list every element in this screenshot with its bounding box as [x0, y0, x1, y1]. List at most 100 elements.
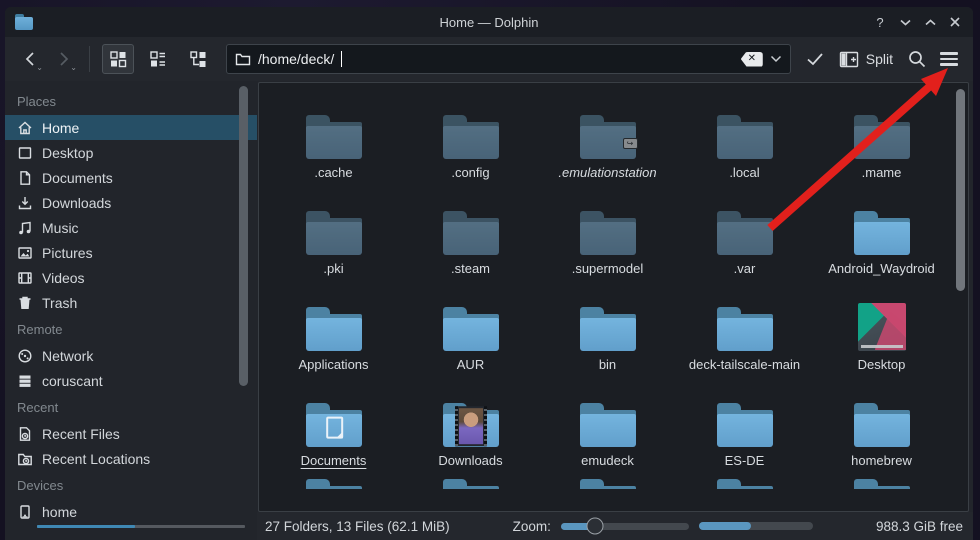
folder-icon: [579, 403, 636, 447]
sidebar-item-recent-files[interactable]: Recent Files: [5, 421, 257, 446]
file-icon-wrap: [579, 289, 636, 351]
view-scrollbar[interactable]: [956, 89, 965, 291]
search-button[interactable]: [905, 45, 929, 73]
zoom-slider-knob[interactable]: [586, 517, 604, 535]
file-item-dot-mame[interactable]: .mame: [813, 95, 950, 191]
sidebar-item-desktop[interactable]: Desktop: [5, 140, 257, 165]
menu-button[interactable]: [937, 45, 961, 73]
file-item-bin[interactable]: bin: [539, 287, 676, 383]
file-label: .config: [451, 165, 490, 180]
file-item-documents[interactable]: Documents: [265, 383, 402, 479]
desktop-icon: [17, 145, 33, 161]
location-path[interactable]: /home/deck/: [258, 51, 334, 67]
file-icon-wrap: [857, 289, 906, 351]
file-label: homebrew: [851, 453, 912, 468]
folder-icon: [442, 479, 499, 489]
sidebar-item-label: Recent Locations: [42, 450, 151, 467]
sidebar-item-label: Documents: [42, 169, 113, 186]
file-item-dot-supermodel[interactable]: .supermodel: [539, 191, 676, 287]
folder-icon: [442, 403, 499, 447]
photo-preview-thumbnail: [454, 406, 487, 447]
sidebar-scrollbar[interactable]: [239, 86, 248, 386]
download-icon: [17, 195, 33, 211]
minimize-button[interactable]: [897, 14, 913, 30]
dolphin-window: Home — Dolphin ? ⌄ ⌄ /home/deck/ ✕ Split…: [5, 7, 973, 540]
file-item-dot-steam[interactable]: .steam: [402, 191, 539, 287]
free-space: 988.3 GiB free: [875, 518, 963, 534]
location-bar[interactable]: /home/deck/ ✕: [226, 44, 791, 74]
forward-history-chevron-icon[interactable]: ⌄: [70, 64, 77, 72]
icons-view-button[interactable]: [102, 44, 134, 74]
sidebar-item-home[interactable]: Home: [5, 115, 257, 140]
checkmark-icon: [807, 53, 823, 66]
sidebar-item-documents[interactable]: Documents: [5, 165, 257, 190]
file-item-applications[interactable]: Applications: [265, 287, 402, 383]
file-item-dot-cache[interactable]: .cache: [265, 95, 402, 191]
file-item-deck-tailscale-main[interactable]: deck-tailscale-main: [676, 287, 813, 383]
next-row-peek: [259, 479, 968, 489]
file-item-es-de[interactable]: ES-DE: [676, 383, 813, 479]
maximize-button[interactable]: [922, 14, 938, 30]
sidebar-item-label: Downloads: [42, 194, 112, 211]
file-label: .mame: [861, 165, 902, 180]
sidebar-item-trash[interactable]: Trash: [5, 290, 257, 315]
window-title: Home — Dolphin: [439, 14, 539, 30]
file-label: AUR: [456, 357, 485, 372]
file-item-desktop[interactable]: Desktop: [813, 287, 950, 383]
server-icon: [17, 373, 33, 389]
sidebar-item-recent-locations[interactable]: Recent Locations: [5, 446, 257, 471]
zoom-slider[interactable]: [560, 517, 689, 535]
folder-view[interactable]: .cache .config ↪ .emulationstation .local .ma…: [258, 82, 969, 512]
folder-icon: ↪: [579, 115, 638, 159]
file-item-dot-emulationstation[interactable]: ↪ .emulationstation: [539, 95, 676, 191]
forward-button[interactable]: ⌄: [51, 46, 77, 72]
location-dropdown-chevron-icon[interactable]: [770, 55, 782, 63]
sidebar-item-downloads[interactable]: Downloads: [5, 190, 257, 215]
sidebar-item-videos[interactable]: Videos: [5, 265, 257, 290]
close-button[interactable]: [947, 14, 963, 30]
tree-view-button[interactable]: [182, 44, 214, 74]
clear-location-icon[interactable]: ✕: [740, 51, 763, 67]
sidebar-item-coruscant[interactable]: coruscant: [5, 368, 257, 393]
toolbar: ⌄ ⌄ /home/deck/ ✕ Split: [5, 37, 973, 81]
file-item-homebrew[interactable]: homebrew: [813, 383, 950, 479]
file-label: deck-tailscale-main: [688, 357, 801, 372]
file-item-aur[interactable]: AUR: [402, 287, 539, 383]
file-label: .emulationstation: [558, 165, 657, 180]
file-item-dot-local[interactable]: .local: [676, 95, 813, 191]
split-button[interactable]: Split: [835, 51, 897, 68]
zoom-label: Zoom:: [512, 518, 551, 534]
statusbar: 27 Folders, 13 Files (62.1 MiB) Zoom: 98…: [257, 512, 973, 540]
folder-icon: [853, 115, 910, 159]
accept-location-button[interactable]: [803, 45, 827, 73]
file-item-dot-var[interactable]: .var: [676, 191, 813, 287]
folder-icon: [853, 479, 910, 489]
folder-icon: [716, 115, 773, 159]
document-icon: [17, 170, 33, 186]
sidebar-item-music[interactable]: Music: [5, 215, 257, 240]
sidebar-item-home[interactable]: home: [5, 499, 257, 524]
file-item-dot-pki[interactable]: .pki: [265, 191, 402, 287]
back-button[interactable]: ⌄: [17, 46, 43, 72]
trash-icon: [17, 295, 33, 311]
video-icon: [17, 270, 33, 286]
sidebar-item-network[interactable]: Network: [5, 343, 257, 368]
section-header-devices: Devices: [17, 478, 64, 493]
back-history-chevron-icon[interactable]: ⌄: [36, 64, 43, 72]
folder-icon: [442, 211, 499, 255]
file-icon-wrap: [305, 193, 362, 255]
file-item-emudeck[interactable]: emudeck: [539, 383, 676, 479]
sidebar-item-pictures[interactable]: Pictures: [5, 240, 257, 265]
file-item-android_waydroid[interactable]: Android_Waydroid: [813, 191, 950, 287]
file-label: .local: [729, 165, 760, 180]
file-item-dot-config[interactable]: .config: [402, 95, 539, 191]
desktop-wallpaper-thumbnail: [857, 303, 906, 351]
picture-icon: [17, 245, 33, 261]
network-icon: [17, 348, 33, 364]
folder-icon: [716, 479, 773, 489]
folder-icon: [442, 115, 499, 159]
details-view-button[interactable]: [142, 44, 174, 74]
help-button[interactable]: ?: [872, 14, 888, 30]
file-item-downloads[interactable]: Downloads: [402, 383, 539, 479]
sidebar-item-label: Trash: [42, 294, 78, 311]
